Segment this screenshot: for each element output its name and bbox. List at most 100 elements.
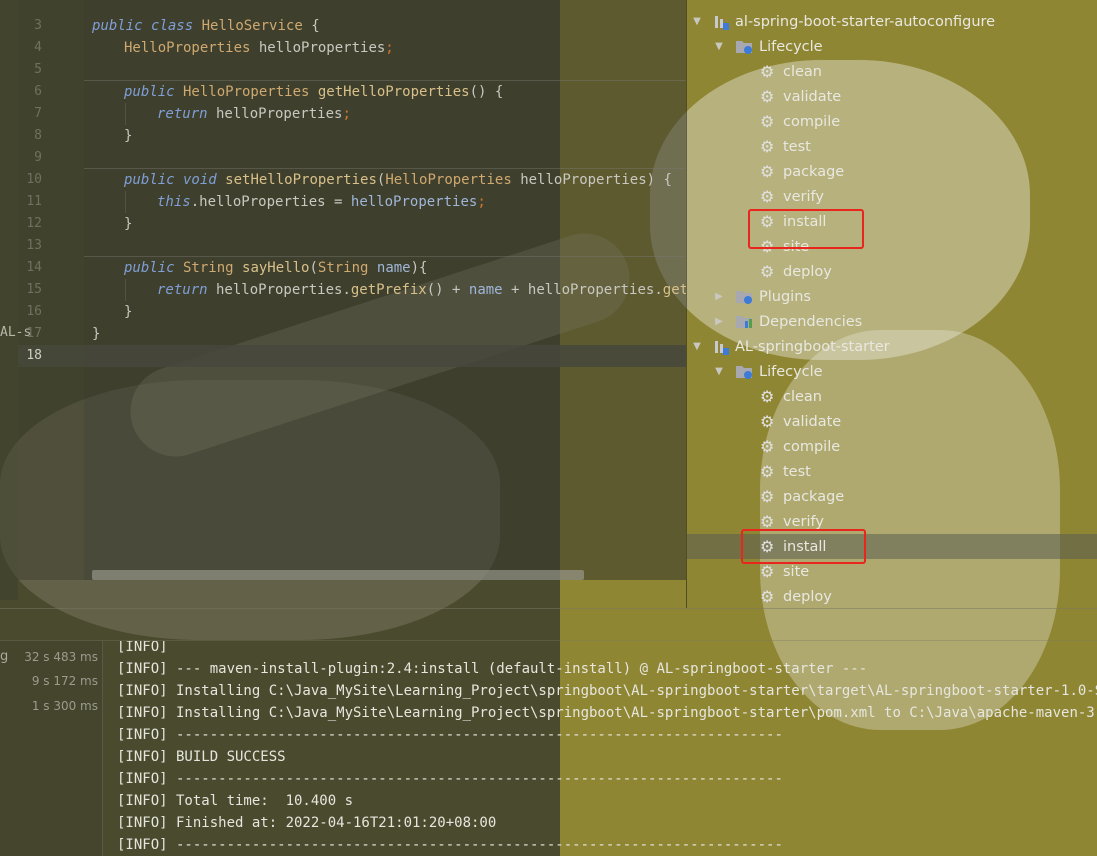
goal-verify[interactable]: ⚙ verify xyxy=(760,184,824,209)
method-call: getSuf xyxy=(662,282,686,298)
method-name: getHelloProperties xyxy=(309,84,470,100)
run-item-time[interactable]: 1 s 300 ms xyxy=(32,699,98,713)
dependencies-label: Dependencies xyxy=(759,313,863,330)
code-line-10[interactable]: public void setHelloProperties(HelloProp… xyxy=(124,169,672,191)
line-number-current: 18 xyxy=(26,348,42,363)
punctuation: ( xyxy=(309,260,318,276)
punctuation: ) { xyxy=(646,172,672,188)
console-output[interactable]: [INFO] [INFO] --- maven-install-plugin:2… xyxy=(103,641,1097,856)
lifecycle-folder-icon xyxy=(735,364,753,379)
tree-plugins[interactable]: ▶ Plugins xyxy=(713,284,811,309)
operator: + xyxy=(443,282,469,298)
goal-compile[interactable]: ⚙ compile xyxy=(760,109,840,134)
gear-icon: ⚙ xyxy=(760,61,775,81)
run-item-label[interactable]: g xyxy=(0,649,8,664)
code-line-16[interactable]: } xyxy=(124,301,132,323)
run-tree-panel[interactable]: g 32 s 483 ms 9 s 172 ms 1 s 300 ms xyxy=(0,641,103,856)
goal-clean[interactable]: ⚙ clean xyxy=(760,59,822,84)
keyword: public xyxy=(92,18,143,34)
goal-test[interactable]: ⚙ test xyxy=(760,134,811,159)
console-line: [INFO] Total time: 10.400 s xyxy=(117,793,354,809)
type: String xyxy=(317,260,369,276)
goal-package[interactable]: ⚙ package xyxy=(760,484,844,509)
run-item-time[interactable]: 9 s 172 ms xyxy=(32,674,98,688)
line-number: 10 xyxy=(26,172,42,187)
tree-project-autoconfigure[interactable]: ▼ al-spring-boot-starter-autoconfigure xyxy=(691,9,995,34)
punctuation: . xyxy=(342,282,351,298)
code-line-3[interactable]: public class HelloService { xyxy=(92,15,320,37)
line-number: 8 xyxy=(34,128,42,143)
punctuation: . xyxy=(654,282,663,298)
field: helloProperties xyxy=(199,194,326,210)
code-line-14[interactable]: public String sayHello(String name){ xyxy=(124,257,427,279)
line-number: 12 xyxy=(26,216,42,231)
type: HelloProperties xyxy=(174,84,310,100)
goal-validate[interactable]: ⚙ validate xyxy=(760,409,841,434)
run-item-time[interactable]: 32 s 483 ms xyxy=(24,650,98,664)
goal-label: site xyxy=(783,563,810,580)
chevron-right-icon[interactable]: ▶ xyxy=(713,291,725,303)
code-line-6[interactable]: public HelloProperties getHelloPropertie… xyxy=(124,81,503,103)
horizontal-scrollbar[interactable] xyxy=(92,570,584,580)
goal-deploy[interactable]: ⚙ deploy xyxy=(760,259,832,284)
tree-lifecycle[interactable]: ▼ Lifecycle xyxy=(713,359,822,384)
maven-module-icon xyxy=(713,339,729,355)
code-line-8[interactable]: } xyxy=(124,125,132,147)
operator: + xyxy=(502,282,528,298)
field: helloProperties xyxy=(527,282,655,298)
code-line-15[interactable]: return helloProperties.getPrefix() + nam… xyxy=(157,279,686,301)
punctuation: ){ xyxy=(410,260,428,276)
line-number: 7 xyxy=(34,106,42,121)
project-name: al-spring-boot-starter-autoconfigure xyxy=(735,13,996,30)
chevron-right-icon[interactable]: ▶ xyxy=(713,316,725,328)
keyword: void xyxy=(174,172,217,188)
goal-deploy[interactable]: ⚙ deploy xyxy=(760,584,832,609)
tree-lifecycle[interactable]: ▼ Lifecycle xyxy=(713,34,822,59)
tree-dependencies[interactable]: ▶ Dependencies xyxy=(713,309,862,334)
keyword: class xyxy=(151,18,194,34)
indent-guide xyxy=(125,191,126,213)
keyword: this xyxy=(157,194,191,210)
gear-icon: ⚙ xyxy=(760,111,775,131)
chevron-down-icon[interactable]: ▼ xyxy=(691,341,703,353)
tree-project-starter[interactable]: ▼ AL-springboot-starter xyxy=(691,334,890,359)
goal-test[interactable]: ⚙ test xyxy=(760,459,811,484)
goal-compile[interactable]: ⚙ compile xyxy=(760,434,840,459)
goal-label: package xyxy=(783,163,845,180)
chevron-down-icon[interactable]: ▼ xyxy=(691,16,703,28)
goal-clean[interactable]: ⚙ clean xyxy=(760,384,822,409)
indent-guide xyxy=(125,103,126,125)
chevron-down-icon[interactable]: ▼ xyxy=(713,366,725,378)
goal-label: verify xyxy=(783,513,824,530)
field: helloProperties xyxy=(207,106,343,122)
chevron-down-icon[interactable]: ▼ xyxy=(713,41,725,53)
keyword: public xyxy=(124,172,175,188)
semicolon: ; xyxy=(385,40,394,56)
gear-icon: ⚙ xyxy=(760,161,775,181)
goal-validate[interactable]: ⚙ validate xyxy=(760,84,841,109)
goal-label: validate xyxy=(783,88,842,105)
console-line: [INFO] ---------------------------------… xyxy=(117,771,783,787)
brace: } xyxy=(124,216,133,232)
console-line: [INFO] xyxy=(117,641,168,655)
maven-module-icon xyxy=(713,14,729,30)
method-call: getPrefix xyxy=(350,282,427,298)
goal-label: compile xyxy=(783,113,841,130)
code-line-11[interactable]: this.helloProperties = helloProperties; xyxy=(157,191,486,213)
line-number: 4 xyxy=(34,40,42,55)
code-line-4[interactable]: HelloProperties helloProperties; xyxy=(124,37,394,59)
line-number: 3 xyxy=(34,18,42,33)
console-line: [INFO] --- maven-install-plugin:2.4:inst… xyxy=(117,661,868,677)
code-line-7[interactable]: return helloProperties; xyxy=(157,103,351,125)
code-line-12[interactable]: } xyxy=(124,213,132,235)
code-line-17[interactable]: } xyxy=(92,323,100,345)
project-strip[interactable] xyxy=(0,0,18,600)
goal-package[interactable]: ⚙ package xyxy=(760,159,844,184)
line-number: 16 xyxy=(26,304,42,319)
punctuation: () { xyxy=(469,84,504,100)
gear-icon: ⚙ xyxy=(760,561,775,581)
field: helloProperties xyxy=(250,40,386,56)
project-name: AL-springboot-starter xyxy=(735,338,890,355)
type: HelloProperties xyxy=(124,40,251,56)
line-number: 15 xyxy=(26,282,42,297)
